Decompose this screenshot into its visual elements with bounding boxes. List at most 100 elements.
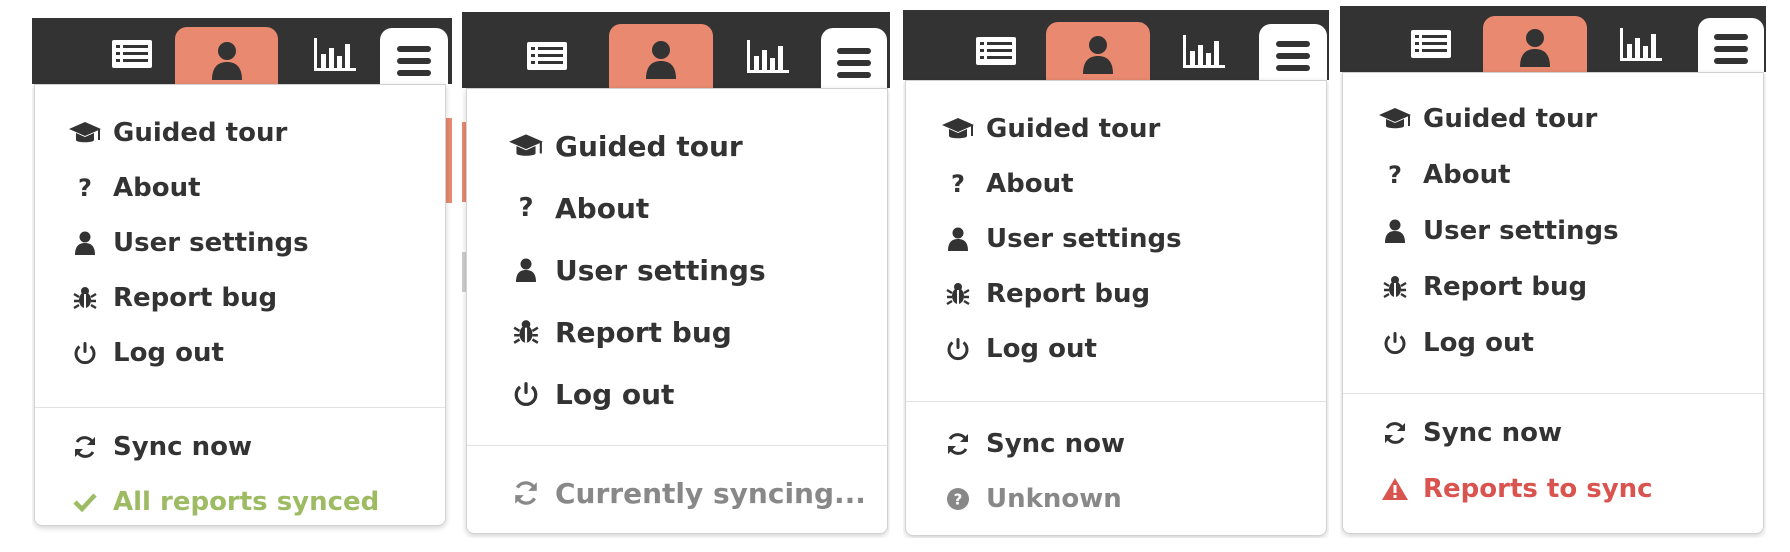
tab-analytics[interactable] [722, 24, 814, 88]
tab-reports[interactable] [1386, 16, 1476, 72]
user-icon [211, 42, 242, 80]
user-icon [505, 257, 547, 283]
tab-analytics[interactable] [290, 24, 380, 84]
sync-icon [65, 434, 105, 460]
list-icon [976, 37, 1016, 65]
dropdown-menu: Guided tour ? About User settings Report… [1342, 72, 1764, 534]
menu-item-label: Report bug [555, 315, 732, 349]
hamburger-icon [1276, 41, 1310, 71]
menu-item-label: About [113, 173, 201, 203]
menu-item-user-settings[interactable]: User settings [35, 223, 445, 263]
menu-item-report-bug[interactable]: Report bug [1343, 267, 1763, 307]
bar-chart-icon [314, 38, 356, 71]
menu-item-guided-tour[interactable]: Guided tour [467, 124, 887, 168]
sync-status: Currently syncing... [467, 471, 887, 515]
tab-reports[interactable] [502, 24, 592, 88]
menu-item-label: User settings [113, 228, 309, 258]
menu-item-sync-now[interactable]: Sync now [906, 424, 1326, 464]
power-icon [938, 337, 978, 361]
bug-icon [65, 285, 105, 311]
bug-icon [505, 318, 547, 346]
tab-profile[interactable] [1483, 16, 1587, 78]
user-icon [1083, 36, 1113, 74]
dropdown-menu: Guided tour ? About User settings Report… [905, 80, 1327, 536]
power-icon [65, 341, 105, 365]
menu-item-label: Log out [113, 338, 224, 368]
menu-item-guided-tour[interactable]: Guided tour [35, 113, 445, 153]
menu-item-log-out[interactable]: Log out [906, 329, 1326, 369]
user-icon [1520, 29, 1550, 67]
menu-item-about[interactable]: ? About [467, 186, 887, 230]
hamburger-icon [1714, 34, 1748, 64]
sync-status-label: All reports synced [113, 487, 380, 517]
menu-item-guided-tour[interactable]: Guided tour [1343, 99, 1763, 139]
menu-item-about[interactable]: ? About [906, 164, 1326, 204]
menu-item-log-out[interactable]: Log out [1343, 323, 1763, 363]
question-icon: ? [951, 170, 965, 198]
menu-item-about[interactable]: ? About [35, 168, 445, 208]
divider [467, 445, 887, 446]
list-icon [112, 40, 152, 68]
menu-item-label: Report bug [1423, 272, 1588, 302]
bug-icon [938, 281, 978, 307]
sync-status: All reports synced [35, 482, 445, 522]
tab-profile[interactable] [609, 24, 713, 94]
tab-reports[interactable] [951, 22, 1041, 80]
question-icon: ? [78, 174, 92, 202]
list-icon [527, 42, 567, 70]
tab-profile[interactable] [1046, 22, 1150, 86]
question-icon: ? [518, 193, 534, 223]
sync-icon [938, 431, 978, 457]
menu-item-log-out[interactable]: Log out [467, 372, 887, 416]
graduation-cap-icon [938, 116, 978, 142]
divider [1343, 393, 1763, 394]
bug-icon [1375, 274, 1415, 300]
user-icon [1375, 219, 1415, 243]
dropdown-menu: Guided tour ? About User settings Report… [466, 88, 888, 534]
menu-item-label: User settings [1423, 216, 1619, 246]
power-icon [1375, 331, 1415, 355]
menu-item-user-settings[interactable]: User settings [1343, 211, 1763, 251]
menu-item-label: Log out [1423, 328, 1534, 358]
power-icon [505, 381, 547, 407]
menu-item-sync-now[interactable]: Sync now [35, 427, 445, 467]
tab-reports[interactable] [87, 24, 177, 84]
dropdown-menu: Guided tour ? About User settings Report… [34, 84, 446, 526]
svg-text:?: ? [954, 491, 963, 509]
sync-status: Reports to sync [1343, 469, 1763, 509]
sync-icon [505, 479, 547, 507]
tab-menu[interactable] [1698, 18, 1764, 80]
menu-item-user-settings[interactable]: User settings [467, 248, 887, 292]
graduation-cap-icon [65, 120, 105, 146]
menu-item-report-bug[interactable]: Report bug [35, 278, 445, 318]
menu-item-report-bug[interactable]: Report bug [467, 310, 887, 354]
menu-item-sync-now[interactable]: Sync now [1343, 413, 1763, 453]
tab-analytics[interactable] [1595, 16, 1687, 72]
user-icon [938, 227, 978, 251]
graduation-cap-icon [505, 132, 547, 160]
menu-item-log-out[interactable]: Log out [35, 333, 445, 373]
menu-item-user-settings[interactable]: User settings [906, 219, 1326, 259]
list-icon [1411, 30, 1451, 58]
tab-menu[interactable] [1259, 24, 1327, 88]
sync-status-label: Unknown [986, 484, 1122, 514]
divider [906, 401, 1326, 402]
menu-item-label: Guided tour [986, 114, 1161, 144]
bar-chart-icon [747, 40, 789, 73]
menu-item-label: Guided tour [113, 118, 288, 148]
menu-panel-synced: Guided tour ? About User settings Report… [32, 18, 452, 538]
menu-item-about[interactable]: ? About [1343, 155, 1763, 195]
sync-status-label: Currently syncing... [555, 476, 866, 510]
tab-analytics[interactable] [1158, 22, 1250, 80]
graduation-cap-icon [1375, 106, 1415, 132]
menu-item-guided-tour[interactable]: Guided tour [906, 109, 1326, 149]
question-circle-icon: ? [938, 487, 978, 511]
menu-item-label: Guided tour [555, 129, 743, 163]
sync-status-label: Reports to sync [1423, 474, 1653, 504]
user-icon [646, 41, 676, 79]
menu-item-label: Guided tour [1423, 104, 1598, 134]
menu-panel-needs-sync: Guided tour ? About User settings Report… [1340, 6, 1766, 538]
menu-item-label: Sync now [113, 432, 253, 462]
menu-item-report-bug[interactable]: Report bug [906, 274, 1326, 314]
menu-item-label: Report bug [113, 283, 278, 313]
